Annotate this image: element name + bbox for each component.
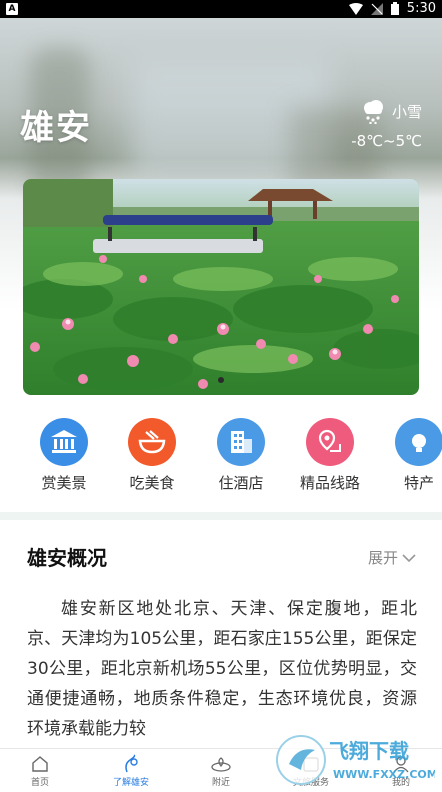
lotus-pond-image xyxy=(23,179,419,395)
nav-explore[interactable]: 了解雄安 xyxy=(96,753,166,788)
route-pin-icon xyxy=(306,418,354,466)
city-name: 雄安 xyxy=(20,108,92,148)
quick-item-label: 住酒店 xyxy=(218,474,264,492)
quick-item-routes[interactable]: 精品线路 xyxy=(285,418,375,493)
quick-item-food[interactable]: 吃美食 xyxy=(107,418,197,493)
specialty-icon xyxy=(395,418,442,466)
section-divider xyxy=(0,512,442,520)
nav-label: 了解雄安 xyxy=(112,778,149,788)
wifi-icon xyxy=(348,2,363,15)
explore-icon xyxy=(96,753,166,775)
chevron-down-icon xyxy=(402,553,416,562)
temperature-range: -8℃~5℃ xyxy=(351,132,422,150)
quick-menu: 赏美景 吃美食 住酒店 精品线路 特产 xyxy=(0,418,442,498)
quick-item-label: 赏美景 xyxy=(41,474,87,492)
nearby-icon xyxy=(186,753,256,775)
battery-icon xyxy=(390,2,399,15)
quick-item-hotel[interactable]: 住酒店 xyxy=(196,418,286,493)
clock: 5:30 xyxy=(406,1,436,16)
nav-nearby[interactable]: 附近 xyxy=(186,753,256,788)
carousel-dot[interactable] xyxy=(218,377,224,383)
overview-title: 雄安概况 xyxy=(27,546,107,570)
signal-icon xyxy=(370,2,383,15)
quick-item-label: 吃美食 xyxy=(129,474,175,492)
svg-text:飞翔下载: 飞翔下载 xyxy=(329,739,409,763)
home-icon xyxy=(5,753,75,775)
overview-text: 雄安新区地处北京、天津、保定腹地，距北京、天津均为105公里，距石家庄155公里… xyxy=(27,599,417,739)
weather-widget[interactable]: 小雪 -8℃~5℃ xyxy=(351,98,422,150)
museum-icon xyxy=(40,418,88,466)
app-notification-icon: A xyxy=(6,3,18,15)
status-bar: A 5:30 xyxy=(0,0,442,18)
quick-item-specialty[interactable]: 特产 xyxy=(374,418,442,493)
svg-text:WWW.FXXZ.COM: WWW.FXXZ.COM xyxy=(333,768,435,781)
weather-condition: 小雪 xyxy=(391,102,422,121)
nav-label: 首页 xyxy=(30,778,49,788)
banner-carousel[interactable] xyxy=(23,179,419,395)
quick-item-label: 精品线路 xyxy=(299,474,360,492)
expand-button[interactable]: 展开 xyxy=(368,547,416,568)
quick-item-sightseeing[interactable]: 赏美景 xyxy=(19,418,109,493)
nav-home[interactable]: 首页 xyxy=(5,753,75,788)
expand-label: 展开 xyxy=(367,549,398,567)
building-icon xyxy=(217,418,265,466)
watermark-logo: 飞翔下载 WWW.FXXZ.COM xyxy=(275,728,438,792)
bowl-icon xyxy=(128,418,176,466)
nav-label: 附近 xyxy=(211,778,230,788)
snow-cloud-icon xyxy=(363,100,383,124)
quick-item-label: 特产 xyxy=(403,474,434,492)
